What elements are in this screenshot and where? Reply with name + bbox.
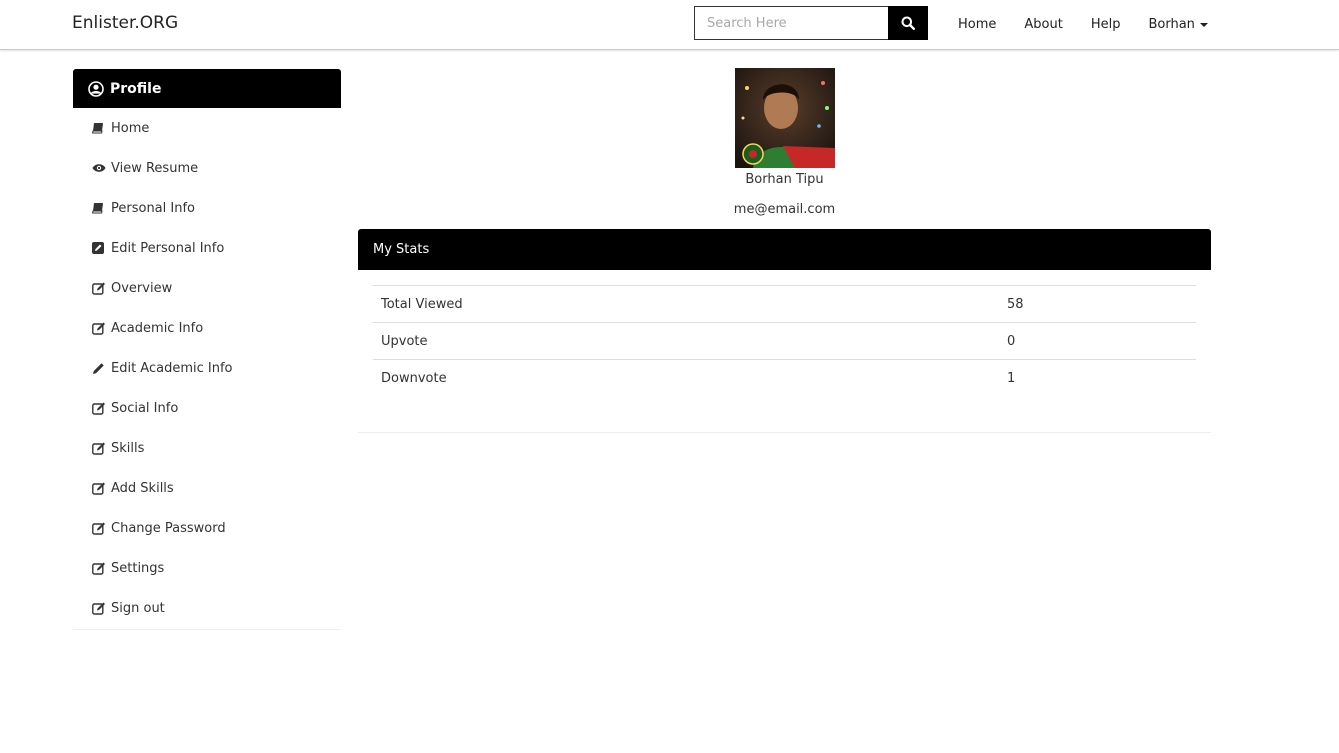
sidebar-item-overview[interactable]: Overview [73,268,341,308]
search-form [694,6,928,40]
avatar [735,68,835,168]
sidebar-item-label: Social Info [111,400,179,416]
stat-label: Upvote [373,322,999,360]
stats-panel-heading: My Stats [358,229,1211,270]
profile-name: Borhan Tipu [745,172,824,187]
sidebar-item-add-skills[interactable]: Add Skills [73,468,341,508]
edit-icon [92,442,107,455]
user-menu-label: Borhan [1148,17,1195,32]
search-input[interactable] [694,6,888,40]
sidebar-item-home[interactable]: Home [73,108,341,148]
top-navbar: Enlister.ORG Home About Help Borhan [0,0,1339,50]
table-row: Total Viewed 58 [373,285,1196,323]
sidebar-item-view-resume[interactable]: View Resume [73,148,341,188]
book-icon [92,122,107,135]
edit-icon [92,602,107,615]
caret-down-icon [1199,22,1208,27]
edit-icon [92,282,107,295]
sidebar-item-academic-info[interactable]: Academic Info [73,308,341,348]
sidebar-item-label: Skills [111,440,145,456]
sidebar-item-label: Edit Academic Info [111,360,233,376]
search-button[interactable] [888,6,928,40]
table-row: Downvote 1 [373,359,1196,397]
table-row: Upvote 0 [373,322,1196,360]
profile-sidebar: Profile Home View Resume Personal Info E… [73,69,341,630]
stat-value: 0 [999,322,1196,360]
nav-home-link[interactable]: Home [944,17,1010,32]
nav-help-link[interactable]: Help [1077,17,1135,32]
profile-email: me@email.com [733,202,836,217]
search-icon [901,16,915,30]
sidebar-item-label: Settings [111,560,165,576]
pencil-square-icon [92,242,107,255]
sidebar-item-label: Add Skills [111,480,174,496]
stats-panel: My Stats Total Viewed 58 Upvote 0 Downvo… [358,229,1211,433]
edit-icon [92,482,107,495]
nav-about-link[interactable]: About [1010,17,1076,32]
stat-value: 58 [999,285,1196,323]
nav-links: Home About Help Borhan [944,0,1222,49]
user-menu-dropdown[interactable]: Borhan [1134,17,1221,32]
sidebar-item-edit-academic-info[interactable]: Edit Academic Info [73,348,341,388]
sidebar-item-label: Academic Info [111,320,204,336]
eye-icon [92,162,107,175]
sidebar-item-label: Change Password [111,520,226,536]
sidebar-item-settings[interactable]: Settings [73,548,341,588]
edit-icon [92,402,107,415]
sidebar-item-sign-out[interactable]: Sign out [73,588,341,628]
sidebar-header: Profile [73,69,341,108]
edit-icon [92,322,107,335]
sidebar-item-label: Overview [111,280,173,296]
pencil-icon [92,362,107,375]
sidebar-item-change-password[interactable]: Change Password [73,508,341,548]
stats-table: Total Viewed 58 Upvote 0 Downvote 1 [373,285,1196,397]
sidebar-item-skills[interactable]: Skills [73,428,341,468]
sidebar-item-personal-info[interactable]: Personal Info [73,188,341,228]
sidebar-item-label: Personal Info [111,200,195,216]
sidebar-header-label: Profile [110,80,162,97]
sidebar-item-label: View Resume [111,160,199,176]
stat-value: 1 [999,359,1196,397]
edit-icon [92,562,107,575]
user-circle-icon [88,80,104,97]
sidebar-item-label: Sign out [111,600,165,616]
sidebar-item-label: Edit Personal Info [111,240,225,256]
stat-label: Downvote [373,359,999,397]
stat-label: Total Viewed [373,285,999,323]
sidebar-item-edit-personal-info[interactable]: Edit Personal Info [73,228,341,268]
brand-logo[interactable]: Enlister.ORG [72,13,178,33]
profile-photo [735,68,835,168]
sidebar-item-label: Home [111,120,150,136]
sidebar-item-social-info[interactable]: Social Info [73,388,341,428]
book-icon [92,202,107,215]
edit-icon [92,522,107,535]
